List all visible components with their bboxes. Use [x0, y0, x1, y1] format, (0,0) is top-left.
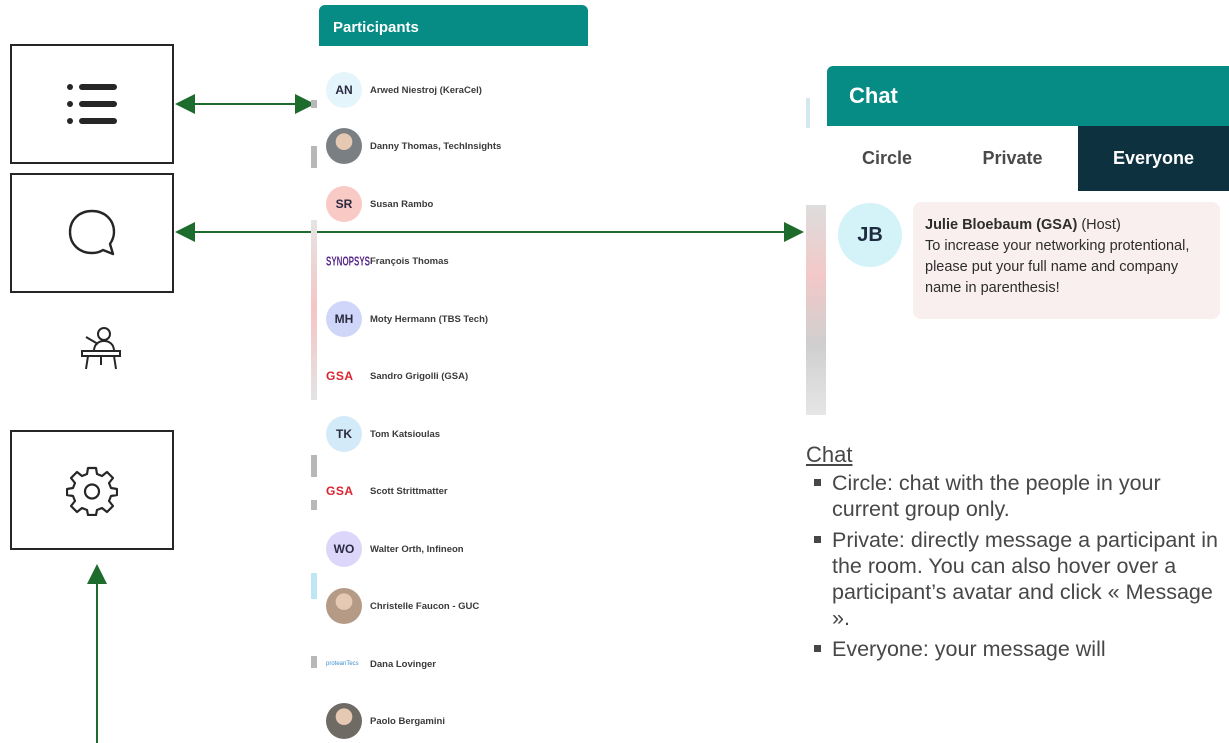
- participant-name: Susan Rambo: [370, 198, 434, 210]
- participant-avatar[interactable]: TK: [326, 416, 362, 452]
- list-edge-strip: [311, 455, 317, 477]
- participant-logo[interactable]: GSA: [326, 358, 362, 394]
- participants-header: Participants: [319, 5, 588, 46]
- participant-row[interactable]: WO Walter Orth, Infineon: [326, 531, 464, 567]
- chat-edge-strip: [806, 205, 826, 415]
- list-edge-strip: [311, 100, 317, 108]
- logo-text: GSA: [326, 484, 354, 498]
- chat-tabs: Circle Private Everyone: [827, 126, 1229, 191]
- participant-row[interactable]: AN Arwed Niestroj (KeraCel): [326, 72, 482, 108]
- participant-row[interactable]: GSA Sandro Grigolli (GSA): [326, 358, 468, 394]
- participant-row[interactable]: Danny Thomas, TechInsights: [326, 128, 501, 164]
- list-edge-strip: [311, 500, 317, 510]
- participant-name: Tom Katsioulas: [370, 428, 441, 440]
- participant-name: Arwed Niestroj (KeraCel): [370, 84, 482, 96]
- participant-name: Scott Strittmatter: [370, 485, 448, 497]
- tab-private[interactable]: Private: [947, 126, 1078, 191]
- participant-row[interactable]: GSA Scott Strittmatter: [326, 473, 448, 509]
- participant-name: Paolo Bergamini: [370, 715, 445, 727]
- tab-circle[interactable]: Circle: [827, 126, 947, 191]
- participant-row[interactable]: SYNOPSYS François Thomas: [326, 243, 449, 279]
- participant-name: Danny Thomas, TechInsights: [370, 140, 502, 152]
- list-edge-strip: [311, 146, 317, 168]
- participant-avatar[interactable]: MH: [326, 301, 362, 337]
- participant-logo[interactable]: proteanTecs: [326, 646, 362, 682]
- participant-row[interactable]: TK Tom Katsioulas: [326, 416, 440, 452]
- chat-message: Julie Bloebaum (GSA) (Host) To increase …: [913, 202, 1220, 319]
- participant-avatar[interactable]: AN: [326, 72, 362, 108]
- participant-row[interactable]: Paolo Bergamini: [326, 703, 445, 739]
- participant-row[interactable]: SR Susan Rambo: [326, 186, 433, 222]
- participant-photo[interactable]: [326, 128, 362, 164]
- chat-edge-strip: [806, 98, 810, 128]
- message-role: (Host): [1081, 217, 1121, 233]
- list-edge-strip: [311, 656, 317, 668]
- bullet-everyone: Everyone: your message will: [806, 636, 1229, 662]
- participant-name: Christelle Faucon - GUC: [370, 600, 480, 612]
- participant-logo[interactable]: SYNOPSYS: [326, 243, 370, 279]
- participant-photo[interactable]: [326, 703, 362, 739]
- participant-name: Moty Hermann (TBS Tech): [370, 313, 489, 325]
- list-edge-strip: [311, 573, 317, 599]
- bullet-circle: Circle: chat with the people in your cur…: [806, 470, 1229, 522]
- message-avatar[interactable]: JB: [838, 203, 902, 267]
- participant-logo[interactable]: GSA: [326, 473, 362, 509]
- bullet-private: Private: directly message a participant …: [806, 527, 1229, 631]
- logo-text: SYNOPSYS: [326, 253, 371, 269]
- participant-name: Walter Orth, Infineon: [370, 543, 464, 555]
- participant-name: Sandro Grigolli (GSA): [370, 370, 469, 382]
- explanation-heading: Chat: [806, 442, 853, 467]
- participant-avatar[interactable]: SR: [326, 186, 362, 222]
- participant-photo[interactable]: [326, 588, 362, 624]
- tab-everyone[interactable]: Everyone: [1078, 126, 1229, 191]
- logo-text: GSA: [326, 369, 354, 383]
- message-sender: Julie Bloebaum (GSA): [925, 217, 1078, 233]
- participant-row[interactable]: Christelle Faucon - GUC: [326, 588, 479, 624]
- participant-name: François Thomas: [370, 255, 449, 267]
- participant-row[interactable]: MH Moty Hermann (TBS Tech): [326, 301, 488, 337]
- list-edge-strip: [311, 220, 317, 400]
- message-text: To increase your networking protentional…: [925, 238, 1190, 296]
- participant-name: Dana Lovinger: [370, 658, 436, 670]
- participant-avatar[interactable]: WO: [326, 531, 362, 567]
- participant-row[interactable]: proteanTecs Dana Lovinger: [326, 646, 436, 682]
- chat-header: Chat: [827, 66, 1229, 126]
- logo-text: proteanTecs: [326, 661, 359, 667]
- explanation-bullets: Circle: chat with the people in your cur…: [806, 470, 1229, 667]
